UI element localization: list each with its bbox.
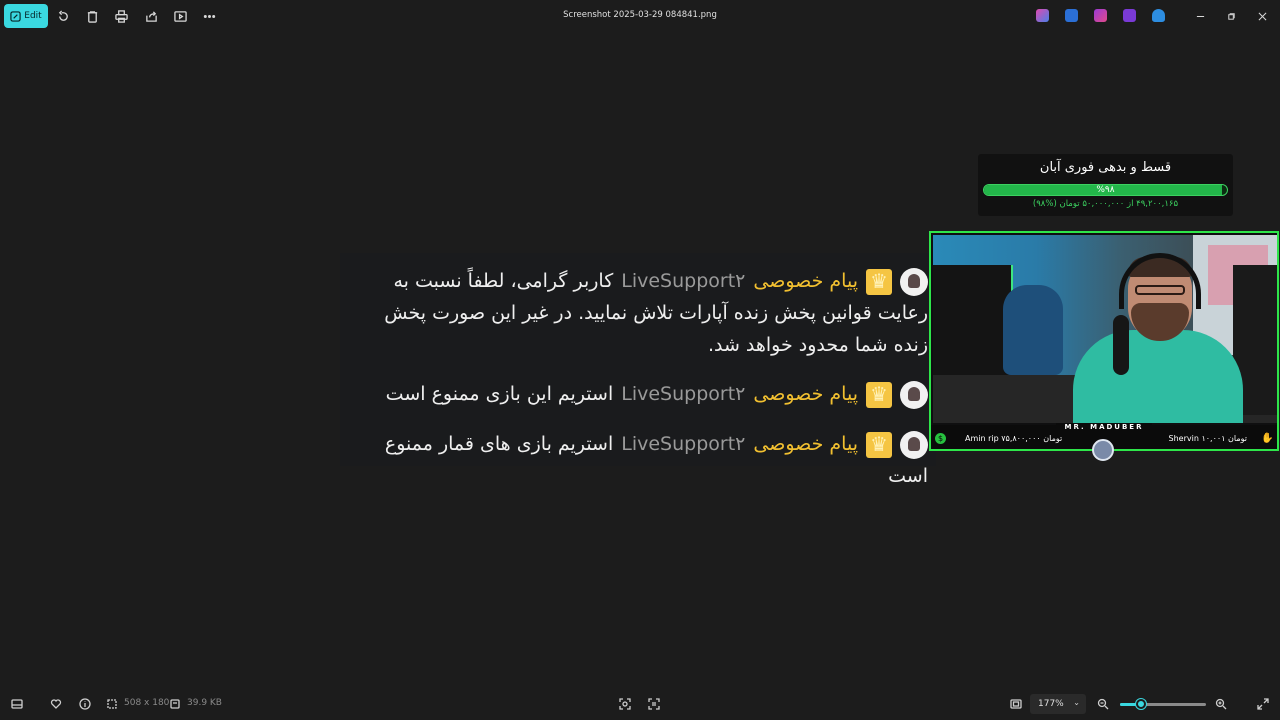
crown-icon — [866, 428, 892, 460]
crown-icon — [866, 265, 892, 297]
print-icon[interactable] — [113, 8, 129, 24]
designer-icon[interactable] — [1065, 9, 1078, 22]
chevron-down-icon: ⌄ — [1073, 698, 1080, 707]
slideshow-icon[interactable] — [172, 8, 188, 24]
donation-progress-bar: %۹۸ — [983, 184, 1228, 196]
webcam-overlay: MR. MADUBER $ Amin rip ۷۵,۸۰۰,۰۰۰ تومان … — [929, 231, 1279, 461]
crown-icon — [866, 378, 892, 410]
close-icon[interactable] — [1254, 8, 1270, 24]
delete-icon[interactable] — [84, 8, 100, 24]
clipchamp-icon[interactable] — [1094, 9, 1107, 22]
support-avatar-icon — [900, 430, 928, 459]
donation-subtitle: ۴۹,۲۰۰,۱۶۵ از ۵۰,۰۰۰,۰۰۰ تومان (%۹۸) — [1032, 199, 1179, 209]
zoom-select[interactable]: 177% ⌄ — [1030, 694, 1086, 714]
share-icon[interactable] — [143, 8, 159, 24]
message-label: پیام خصوصی — [753, 383, 858, 405]
message-user: LiveSupport۲ — [621, 270, 746, 292]
more-icon[interactable] — [201, 8, 217, 24]
ocr-icon[interactable] — [617, 696, 633, 712]
message-user: LiveSupport۲ — [621, 433, 746, 455]
fit-to-window-icon[interactable] — [1008, 696, 1024, 712]
onedrive-icon[interactable] — [1152, 9, 1165, 22]
top-donor-left: Amin rip ۷۵,۸۰۰,۰۰۰ تومان — [965, 434, 1063, 443]
window-title: Screenshot 2025-03-29 084841.png — [563, 10, 717, 20]
message-label: پیام خصوصی — [753, 433, 858, 455]
info-icon[interactable] — [77, 696, 93, 712]
minimize-icon[interactable] — [1192, 8, 1208, 24]
top-donor-right: Shervin ۱۰,۰۰۱ تومان — [1168, 434, 1247, 443]
edit-icon — [10, 10, 21, 22]
zoom-in-icon[interactable] — [1213, 696, 1229, 712]
dimensions-icon — [104, 696, 120, 712]
chat-message: پیام خصوصی LiveSupport۲ استریم این بازی مم… — [348, 378, 928, 410]
top-toolbar: Edit Screenshot 2025-03-29 084841.png — [0, 0, 1280, 32]
maximize-icon[interactable] — [1223, 8, 1239, 24]
filmstrip-icon[interactable] — [9, 696, 25, 712]
donation-title: قسط و بدهی فوری آبان — [1039, 160, 1172, 175]
donation-percent: %۹۸ — [1096, 185, 1115, 195]
message-text: استریم این بازی ممنوع است — [385, 383, 614, 405]
edit-button[interactable]: Edit — [4, 4, 48, 28]
copilot-icon[interactable] — [1036, 9, 1049, 22]
message-label: پیام خصوصی — [753, 270, 858, 292]
zoom-slider[interactable] — [1120, 703, 1206, 706]
support-avatar-icon — [900, 380, 928, 409]
dollar-icon: $ — [935, 433, 946, 444]
text-scan-icon[interactable] — [646, 696, 662, 712]
favorite-icon[interactable] — [48, 696, 64, 712]
fullscreen-icon[interactable] — [1255, 696, 1271, 712]
image-dimensions: 508 x 180 — [124, 698, 170, 708]
zoom-value: 177% — [1038, 699, 1064, 709]
webcam-image — [933, 235, 1277, 423]
clipchamp-video-icon[interactable] — [1123, 9, 1136, 22]
donation-widget: قسط و بدهی فوری آبان %۹۸ ۴۹,۲۰۰,۱۶۵ از ۵… — [978, 154, 1233, 216]
message-user: LiveSupport۲ — [621, 383, 746, 405]
support-avatar-icon — [900, 267, 928, 296]
file-size-icon — [167, 696, 183, 712]
rotate-icon[interactable] — [55, 8, 71, 24]
chat-panel: پیام خصوصیLiveSupport۲کاربر گرامی، لطفاً… — [340, 253, 936, 487]
chat-message: پیام خصوصیLiveSupport۲کاربر گرامی، لطفاً… — [348, 265, 928, 361]
chat-message: پیام خصوصیLiveSupport۲استریم بازی های قم… — [348, 428, 928, 492]
zoom-out-icon[interactable] — [1095, 696, 1111, 712]
status-bar: 508 x 180 39.9 KB — [0, 688, 1280, 720]
zoom-slider-thumb[interactable] — [1135, 699, 1146, 709]
streamer-avatar — [1092, 439, 1114, 461]
edit-button-label: Edit — [24, 11, 42, 21]
hand-icon: ✋ — [1261, 433, 1274, 444]
webcam-brand: MR. MADUBER — [1056, 423, 1152, 433]
file-size: 39.9 KB — [187, 698, 222, 708]
